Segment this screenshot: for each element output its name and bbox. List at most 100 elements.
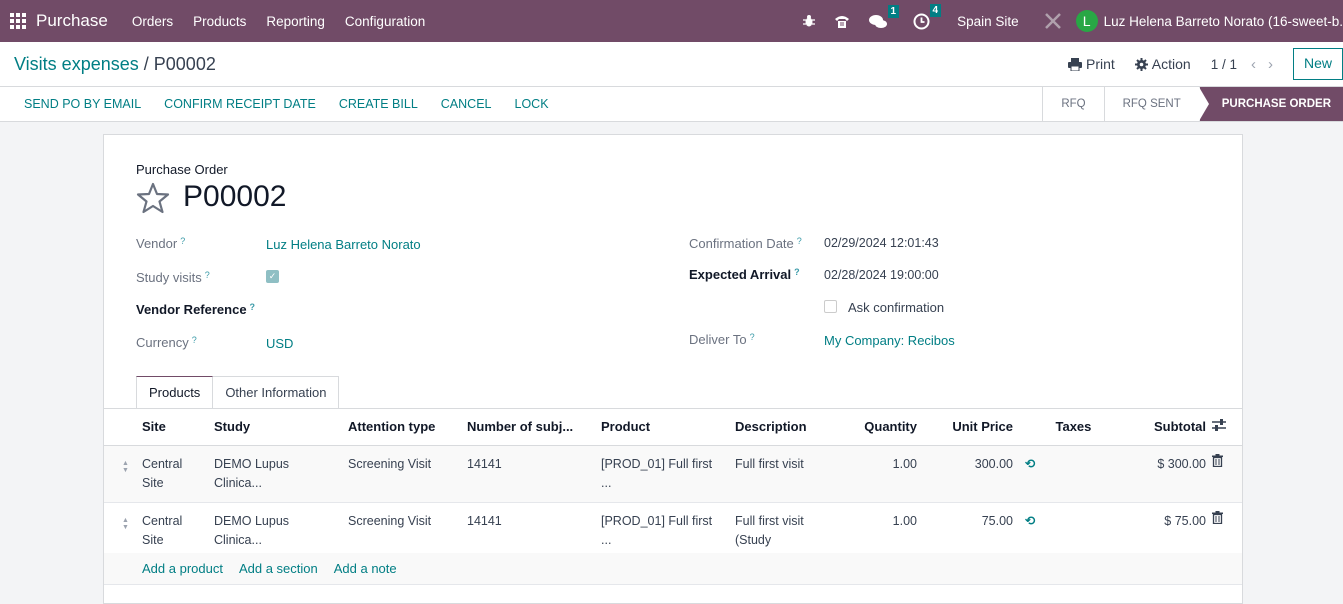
cell-description[interactable]: Full first visit [729,445,829,503]
cell-subjects[interactable]: 14141 [461,445,595,503]
apps-menu-icon[interactable] [10,13,26,29]
pager-previous-icon[interactable]: ‹ [1251,56,1256,73]
vendor-field[interactable]: Luz Helena Barreto Norato [266,237,421,252]
price-history-icon[interactable]: ⟲ [1019,445,1042,503]
cell-study[interactable]: DEMO Lupus Clinica... [208,445,342,503]
help-icon[interactable]: ? [180,236,185,246]
cell-site[interactable]: Central Site [134,445,208,503]
drag-handle-icon[interactable]: ▲ ▼ [104,445,134,503]
company-switcher[interactable]: Spain Site [957,14,1019,29]
cell-subtotal: $ 300.00 [1101,445,1212,503]
print-label: Print [1085,56,1115,72]
currency-label: Currency? [136,335,197,350]
cell-unit-price[interactable]: 300.00 [923,445,1019,503]
tools-icon[interactable] [1044,12,1062,30]
help-icon[interactable]: ? [250,302,256,312]
status-purchase-order[interactable]: PURCHASE ORDER [1198,87,1343,121]
help-icon[interactable]: ? [750,332,755,342]
col-subtotal[interactable]: Subtotal [1101,409,1212,446]
lock-button[interactable]: LOCK [515,97,549,111]
new-button[interactable]: New [1292,48,1343,80]
ask-confirmation-checkbox[interactable] [824,300,837,313]
messages-count-badge: 1 [887,4,900,18]
status-rfq-sent[interactable]: RFQ SENT [1103,87,1199,121]
phone-icon[interactable] [834,14,850,29]
col-product[interactable]: Product [595,409,729,446]
study-visits-label: Study visits? [136,270,210,285]
action-button[interactable]: Action [1134,56,1191,72]
col-unit-price[interactable]: Unit Price [923,409,1019,446]
expected-arrival-field[interactable]: 02/28/2024 19:00:00 [824,268,939,282]
send-po-email-button[interactable]: SEND PO BY EMAIL [24,97,141,111]
user-menu[interactable]: Luz Helena Barreto Norato (16-sweet-b. [1104,14,1343,29]
help-icon[interactable]: ? [794,267,800,277]
col-quantity[interactable]: Quantity [829,409,923,446]
breadcrumb: Visits expenses / P00002 [14,54,216,75]
app-name[interactable]: Purchase [36,11,108,31]
pager-next-icon[interactable]: › [1268,56,1273,73]
cell-attention-type[interactable]: Screening Visit [342,445,461,503]
help-icon[interactable]: ? [205,270,210,280]
form-sheet: Purchase Order P00002 Vendor? Luz Helena… [103,134,1243,604]
cell-taxes[interactable] [1041,445,1102,503]
gear-icon [1134,57,1148,71]
action-label: Action [1151,56,1191,72]
breadcrumb-current: P00002 [153,54,216,74]
clock-icon[interactable]: 4 [913,3,942,30]
user-avatar[interactable]: L [1075,10,1098,32]
help-icon[interactable]: ? [192,335,197,345]
confirmation-date-label: Confirmation Date? [689,236,802,251]
col-number-of-subjects[interactable]: Number of subj... [461,409,595,446]
col-taxes[interactable]: Taxes [1041,409,1102,446]
control-panel: Visits expenses / P00002 Print Action 1 … [0,42,1343,122]
print-button[interactable]: Print [1067,56,1115,72]
tab-other-information[interactable]: Other Information [212,376,340,408]
optional-columns-toggle-icon[interactable] [1212,409,1242,446]
cell-product[interactable]: [PROD_01] Full first ... [595,445,729,503]
top-navbar: Purchase Orders Products Reporting Confi… [0,0,1343,42]
cell-quantity[interactable]: 1.00 [829,445,923,503]
add-product-link[interactable]: Add a product [142,561,223,576]
col-site[interactable]: Site [134,409,208,446]
add-note-link[interactable]: Add a note [334,561,397,576]
pager-value[interactable]: 1 / 1 [1211,57,1237,72]
print-icon [1067,57,1082,71]
help-icon[interactable]: ? [797,236,802,246]
col-study[interactable]: Study [208,409,342,446]
activities-count-badge: 4 [929,3,942,17]
delete-line-icon[interactable] [1212,445,1242,503]
bug-icon[interactable] [802,14,816,28]
expected-arrival-label: Expected Arrival? [689,267,800,282]
deliver-to-label: Deliver To? [689,332,755,347]
notebook-tabs: Products Other Information [136,376,340,408]
order-name: P00002 [183,180,287,213]
vendor-label: Vendor? [136,236,186,251]
currency-field[interactable]: USD [266,336,293,351]
table-row[interactable]: ▲ ▼ Central Site DEMO Lupus Clinica... Sc… [104,445,1242,503]
status-rfq[interactable]: RFQ [1042,87,1103,121]
status-bar: RFQ RFQ SENT PURCHASE ORDER [1042,87,1343,121]
confirm-receipt-date-button[interactable]: CONFIRM RECEIPT DATE [164,97,316,111]
menu-reporting[interactable]: Reporting [266,14,325,29]
vendor-reference-input[interactable] [266,300,646,320]
deliver-to-field[interactable]: My Company: Recibos [824,333,955,348]
breadcrumb-separator: / [143,54,149,74]
chat-icon[interactable]: 1 [868,4,900,29]
col-attention-type[interactable]: Attention type [342,409,461,446]
vendor-reference-label: Vendor Reference? [136,302,256,317]
tab-products[interactable]: Products [136,376,214,408]
add-section-link[interactable]: Add a section [239,561,318,576]
ask-confirmation-label: Ask confirmation [848,300,945,315]
create-bill-button[interactable]: CREATE BILL [339,97,418,111]
study-visits-checkbox[interactable]: ✓ [266,270,279,283]
favorite-star-icon[interactable] [136,182,170,214]
form-subtitle: Purchase Order [136,162,228,177]
add-line-row: Add a product Add a section Add a note [104,553,1242,585]
confirmation-date-field[interactable]: 02/29/2024 12:01:43 [824,236,939,250]
menu-products[interactable]: Products [193,14,246,29]
breadcrumb-parent[interactable]: Visits expenses [14,54,139,74]
menu-configuration[interactable]: Configuration [345,14,425,29]
col-description[interactable]: Description [729,409,829,446]
cancel-button[interactable]: CANCEL [441,97,492,111]
menu-orders[interactable]: Orders [132,14,173,29]
